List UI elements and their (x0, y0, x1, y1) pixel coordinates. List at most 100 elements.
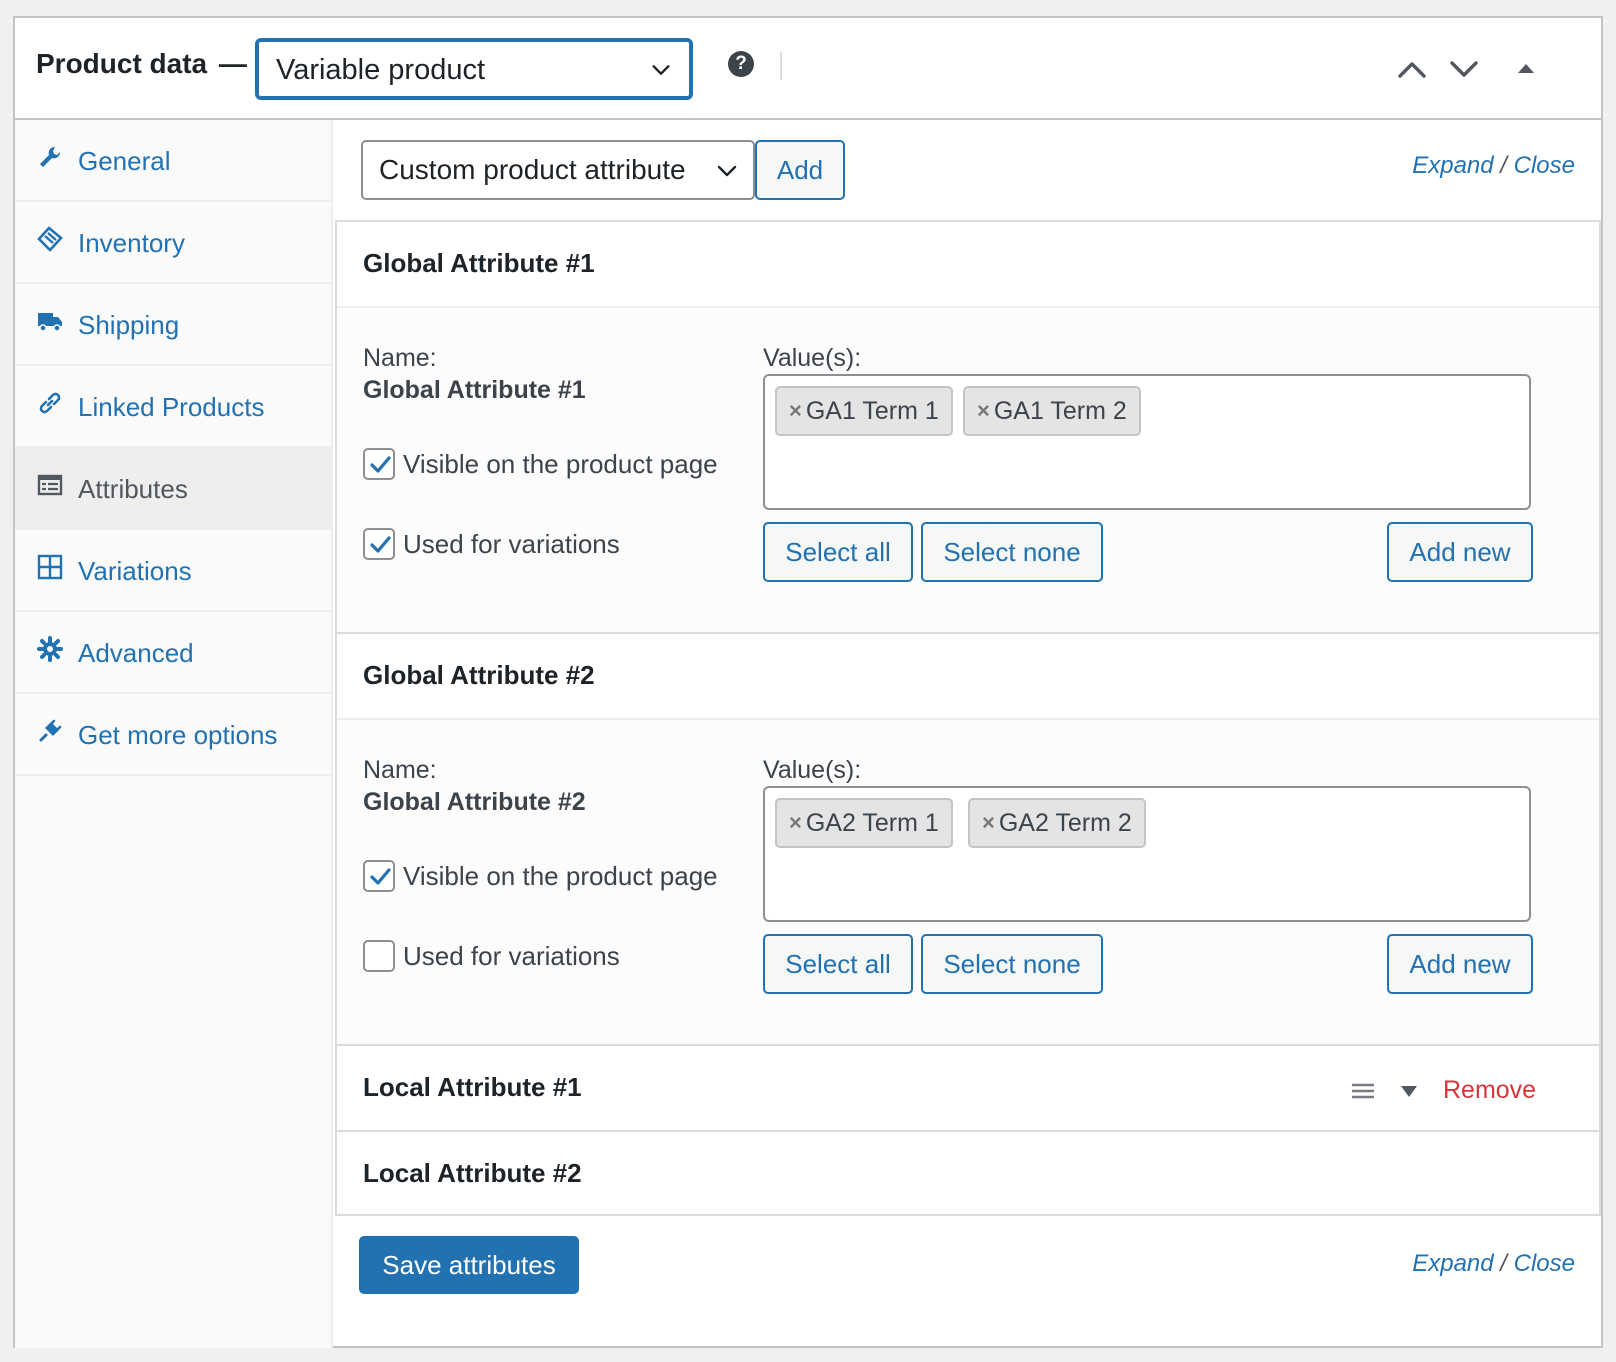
value-chip: × GA1 Term 2 (963, 386, 1141, 436)
tag-icon (37, 226, 63, 252)
tab-label: Attributes (78, 474, 188, 504)
tab-general[interactable]: General (15, 120, 331, 202)
tab-advanced[interactable]: Advanced (15, 612, 331, 694)
product-data-tabs: General Inventory Shipping Linked Produc… (15, 120, 333, 1348)
attribute-header[interactable]: Global Attribute #2 (337, 634, 1599, 720)
name-label: Name: (363, 344, 437, 372)
values-multiselect[interactable]: × GA1 Term 1 × GA1 Term 2 (763, 374, 1531, 510)
link-separator: / (1500, 152, 1507, 179)
variations-checkbox[interactable] (363, 528, 395, 560)
visible-checkbox[interactable] (363, 860, 395, 892)
remove-value-icon[interactable]: × (982, 810, 995, 836)
name-label: Name: (363, 756, 437, 784)
move-up-icon[interactable] (1395, 54, 1429, 84)
tab-label: General (78, 146, 171, 176)
variations-checkbox[interactable] (363, 940, 395, 972)
attribute-title: Local Attribute #2 (363, 1158, 582, 1188)
tab-get-more-options[interactable]: Get more options (15, 694, 331, 776)
tab-label: Variations (78, 556, 192, 586)
attributes-toolbar: Custom product attribute Add Expand / Cl… (335, 120, 1601, 220)
gear-icon (37, 636, 63, 662)
header-separator (780, 52, 782, 80)
values-label: Value(s): (763, 344, 862, 372)
tab-linked-products[interactable]: Linked Products (15, 366, 331, 448)
remove-attribute-link[interactable]: Remove (1443, 1076, 1536, 1105)
close-all-link[interactable]: Close (1514, 152, 1575, 179)
panel-title-text: Product data (36, 48, 208, 79)
add-new-button[interactable]: Add new (1387, 522, 1533, 582)
product-data-header: Product data — Variable product ? (15, 18, 1601, 120)
remove-value-icon[interactable]: × (977, 398, 990, 424)
attribute-block: Global Attribute #2 Name: Global Attribu… (335, 632, 1601, 1046)
collapse-toggle-icon[interactable] (1509, 54, 1543, 84)
add-attribute-button[interactable]: Add (755, 140, 845, 200)
select-all-button[interactable]: Select all (763, 522, 913, 582)
expand-all-link[interactable]: Expand (1412, 1250, 1493, 1277)
truck-icon (38, 313, 62, 332)
attribute-block: Local Attribute #1 Remove (335, 1044, 1601, 1132)
value-chip-label: GA1 Term 2 (993, 396, 1127, 425)
attribute-title: Global Attribute #2 (363, 660, 595, 690)
expand-all-link[interactable]: Expand (1412, 152, 1493, 179)
panel-title: Product data — (36, 48, 247, 80)
name-value: Global Attribute #2 (363, 788, 586, 816)
wrench-icon (40, 146, 61, 167)
remove-value-icon[interactable]: × (789, 810, 802, 836)
tab-attributes[interactable]: Attributes (15, 448, 331, 530)
drag-handle-icon[interactable] (1349, 1080, 1377, 1102)
attribute-taxonomy-select[interactable]: Custom product attribute (361, 140, 755, 200)
values-label: Value(s): (763, 756, 862, 784)
tab-label: Linked Products (78, 392, 265, 422)
attribute-title: Global Attribute #1 (363, 248, 595, 278)
tab-inventory[interactable]: Inventory (15, 202, 331, 284)
tab-label: Get more options (78, 720, 278, 750)
product-data-panel: Product data — Variable product ? Genera… (13, 16, 1603, 1348)
name-value: Global Attribute #1 (363, 376, 586, 404)
variations-label: Used for variations (403, 529, 620, 559)
value-chip-label: GA2 Term 2 (998, 808, 1132, 837)
link-separator: / (1500, 1250, 1507, 1277)
add-new-button[interactable]: Add new (1387, 934, 1533, 994)
close-all-link[interactable]: Close (1514, 1250, 1575, 1277)
select-none-button[interactable]: Select none (921, 934, 1103, 994)
chevron-down-icon (717, 165, 737, 177)
product-type-select[interactable]: Variable product (255, 38, 693, 100)
save-attributes-button[interactable]: Save attributes (359, 1236, 579, 1294)
tab-label: Shipping (78, 310, 180, 340)
title-dash: — (218, 48, 247, 79)
list-table-icon (37, 474, 63, 496)
attribute-header[interactable]: Local Attribute #1 Remove (337, 1046, 1599, 1130)
select-none-button[interactable]: Select none (921, 522, 1103, 582)
grid-icon (37, 554, 63, 580)
tab-shipping[interactable]: Shipping (15, 284, 331, 366)
value-chip-label: GA1 Term 1 (805, 396, 939, 425)
expand-close-links: Expand / Close (1412, 1250, 1575, 1278)
attribute-block: Local Attribute #2 (335, 1130, 1601, 1216)
attribute-block: Global Attribute #1 Name: Global Attribu… (335, 220, 1601, 634)
values-multiselect[interactable]: × GA2 Term 1 × GA2 Term 2 (763, 786, 1531, 922)
plugin-icon (39, 719, 62, 742)
chevron-down-icon (652, 65, 670, 75)
value-chip: × GA2 Term 2 (968, 798, 1146, 848)
attribute-title: Local Attribute #1 (363, 1072, 582, 1102)
expand-close-links: Expand / Close (1412, 152, 1575, 180)
tab-variations[interactable]: Variations (15, 530, 331, 612)
value-chip: × GA1 Term 1 (775, 386, 953, 436)
visible-label: Visible on the product page (403, 861, 718, 891)
attribute-header[interactable]: Global Attribute #1 (337, 222, 1599, 308)
attributes-panel: Custom product attribute Add Expand / Cl… (335, 120, 1601, 1348)
tab-label: Advanced (78, 638, 194, 668)
link-icon (39, 392, 61, 414)
toggle-arrow-icon[interactable] (1397, 1080, 1421, 1102)
visible-checkbox[interactable] (363, 448, 395, 480)
remove-value-icon[interactable]: × (789, 398, 802, 424)
attribute-header[interactable]: Local Attribute #2 (337, 1132, 1599, 1214)
tab-label: Inventory (78, 228, 185, 258)
help-icon[interactable]: ? (728, 51, 754, 77)
move-down-icon[interactable] (1447, 54, 1481, 84)
value-chip-label: GA2 Term 1 (805, 808, 939, 837)
product-type-value: Variable product (276, 54, 486, 86)
select-all-button[interactable]: Select all (763, 934, 913, 994)
variations-label: Used for variations (403, 941, 620, 971)
visible-label: Visible on the product page (403, 449, 718, 479)
